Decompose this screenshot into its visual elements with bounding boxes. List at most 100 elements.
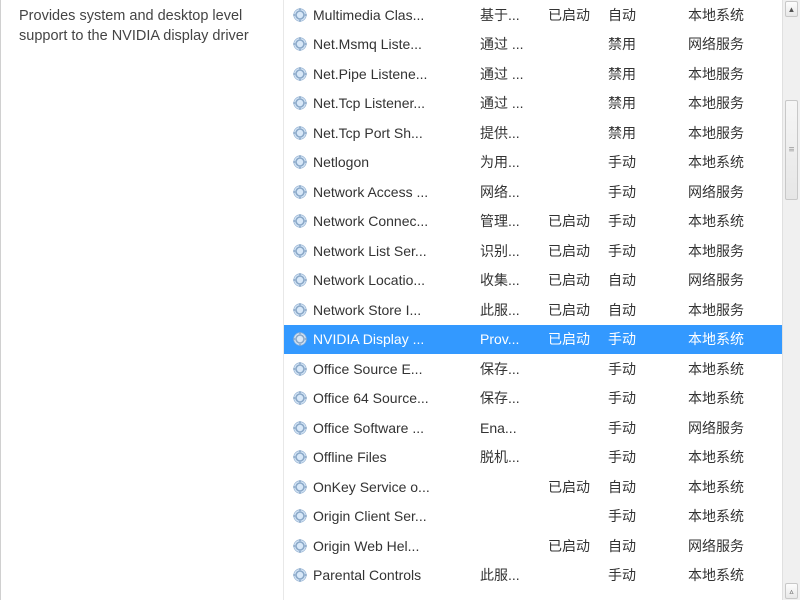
service-startup-cell: 手动 [608,388,688,408]
service-desc-cell: Prov... [480,331,548,347]
service-gear-icon [292,7,308,23]
service-gear-icon [292,125,308,141]
service-description-text: Provides system and desktop level suppor… [19,6,273,47]
service-desc-cell: 管理... [480,211,548,231]
service-startup-cell: 自动 [608,300,688,320]
service-row[interactable]: Netlogon为用... 手动本地系统 [284,148,782,178]
service-logon-cell: 网络服务 [688,34,768,54]
service-row[interactable]: Parental Controls此服...手动本地系统 [284,561,782,591]
service-name-cell: Multimedia Clas... [292,7,480,23]
service-name-cell: Offline Files [292,449,480,465]
service-name-text: NVIDIA Display ... [313,331,424,347]
service-gear-icon [292,272,308,288]
service-startup-cell: 禁用 [608,123,688,143]
services-list[interactable]: Multimedia Clas...基于...已启动自动本地系统Net.Msmq… [284,0,782,600]
service-row[interactable]: Net.Msmq Liste... 通过 ... 禁用网络服务 [284,30,782,60]
service-name-text: Net.Pipe Listene... [313,66,427,82]
scroll-down-button[interactable]: ▵ [785,583,798,599]
service-desc-cell: Ena... [480,420,548,436]
service-row[interactable]: Network List Ser...识别...已启动手动本地服务 [284,236,782,266]
service-name-cell: Network Locatio... [292,272,480,288]
service-row[interactable]: Office Software ...Ena...手动网络服务 [284,413,782,443]
service-startup-cell: 手动 [608,447,688,467]
service-startup-cell: 手动 [608,506,688,526]
service-desc-cell: 为用... [480,152,548,172]
service-name-text: Office 64 Source... [313,390,429,406]
service-name-cell: Netlogon [292,154,480,170]
service-row[interactable]: Network Connec...管理...已启动手动本地系统 [284,207,782,237]
service-name-cell: Network List Ser... [292,243,480,259]
service-name-cell: Origin Client Ser... [292,508,480,524]
service-row[interactable]: Net.Tcp Port Sh...提供...禁用本地服务 [284,118,782,148]
service-name-cell: NVIDIA Display ... [292,331,480,347]
service-logon-cell: 本地系统 [688,565,768,585]
service-logon-cell: 本地服务 [688,241,768,261]
service-startup-cell: 手动 [608,152,688,172]
scroll-up-button[interactable]: ▲ [785,1,798,17]
service-startup-cell: 手动 [608,182,688,202]
service-desc-cell: 保存... [480,388,548,408]
service-gear-icon [292,154,308,170]
service-startup-cell: 禁用 [608,34,688,54]
service-status-cell: 已启动 [548,211,608,231]
service-gear-icon [292,390,308,406]
service-desc-cell: 脱机... [480,447,548,467]
service-gear-icon [292,66,308,82]
service-startup-cell: 手动 [608,329,688,349]
service-desc-cell: 此服... [480,300,548,320]
service-row[interactable]: Office 64 Source...保存...手动本地系统 [284,384,782,414]
service-logon-cell: 本地系统 [688,5,768,25]
service-gear-icon [292,508,308,524]
service-logon-cell: 本地系统 [688,447,768,467]
service-logon-cell: 本地系统 [688,152,768,172]
service-row[interactable]: Origin Client Ser... 手动本地系统 [284,502,782,532]
service-row[interactable]: Origin Web Hel...已启动自动网络服务 [284,531,782,561]
service-row[interactable]: Multimedia Clas...基于...已启动自动本地系统 [284,0,782,30]
service-desc-cell: 识别... [480,241,548,261]
service-gear-icon [292,479,308,495]
service-name-text: Office Software ... [313,420,424,436]
service-name-cell: Network Connec... [292,213,480,229]
service-status-cell: 已启动 [548,477,608,497]
service-name-text: Offline Files [313,449,387,465]
service-row[interactable]: Network Locatio...收集...已启动自动网络服务 [284,266,782,296]
service-row[interactable]: Office Source E...保存...手动本地系统 [284,354,782,384]
service-name-cell: Net.Pipe Listene... [292,66,480,82]
service-startup-cell: 手动 [608,418,688,438]
service-gear-icon [292,538,308,554]
service-status-cell: 已启动 [548,241,608,261]
service-row[interactable]: NVIDIA Display ...Prov...已启动手动本地系统 [284,325,782,355]
service-name-cell: Office 64 Source... [292,390,480,406]
service-row[interactable]: OnKey Service o...已启动自动本地系统 [284,472,782,502]
service-desc-cell: 通过 ... [480,34,548,54]
service-gear-icon [292,213,308,229]
service-row[interactable]: Network Access ...网络...手动网络服务 [284,177,782,207]
service-name-cell: Office Software ... [292,420,480,436]
service-logon-cell: 本地系统 [688,359,768,379]
service-desc-cell: 通过 ... [480,93,548,113]
service-row[interactable]: Net.Tcp Listener...通过 ...禁用本地服务 [284,89,782,119]
service-gear-icon [292,331,308,347]
vertical-scrollbar[interactable]: ▲ ▵ [782,0,800,600]
service-name-text: Net.Msmq Liste... [313,36,422,52]
service-startup-cell: 禁用 [608,93,688,113]
service-row[interactable]: Network Store I...此服...已启动自动本地服务 [284,295,782,325]
service-desc-cell: 提供... [480,123,548,143]
service-name-text: Parental Controls [313,567,421,583]
service-desc-cell: 网络... [480,182,548,202]
service-row[interactable]: Net.Pipe Listene...通过 ...禁用本地服务 [284,59,782,89]
service-startup-cell: 手动 [608,565,688,585]
service-logon-cell: 本地系统 [688,329,768,349]
scroll-thumb[interactable] [785,100,798,200]
service-status-cell: 已启动 [548,5,608,25]
service-status-cell: 已启动 [548,300,608,320]
service-row[interactable]: Offline Files 脱机... 手动本地系统 [284,443,782,473]
service-gear-icon [292,567,308,583]
service-name-cell: Parental Controls [292,567,480,583]
service-name-text: OnKey Service o... [313,479,430,495]
service-status-cell: 已启动 [548,270,608,290]
service-logon-cell: 本地系统 [688,506,768,526]
service-name-text: Net.Tcp Listener... [313,95,425,111]
service-startup-cell: 自动 [608,477,688,497]
service-logon-cell: 网络服务 [688,270,768,290]
